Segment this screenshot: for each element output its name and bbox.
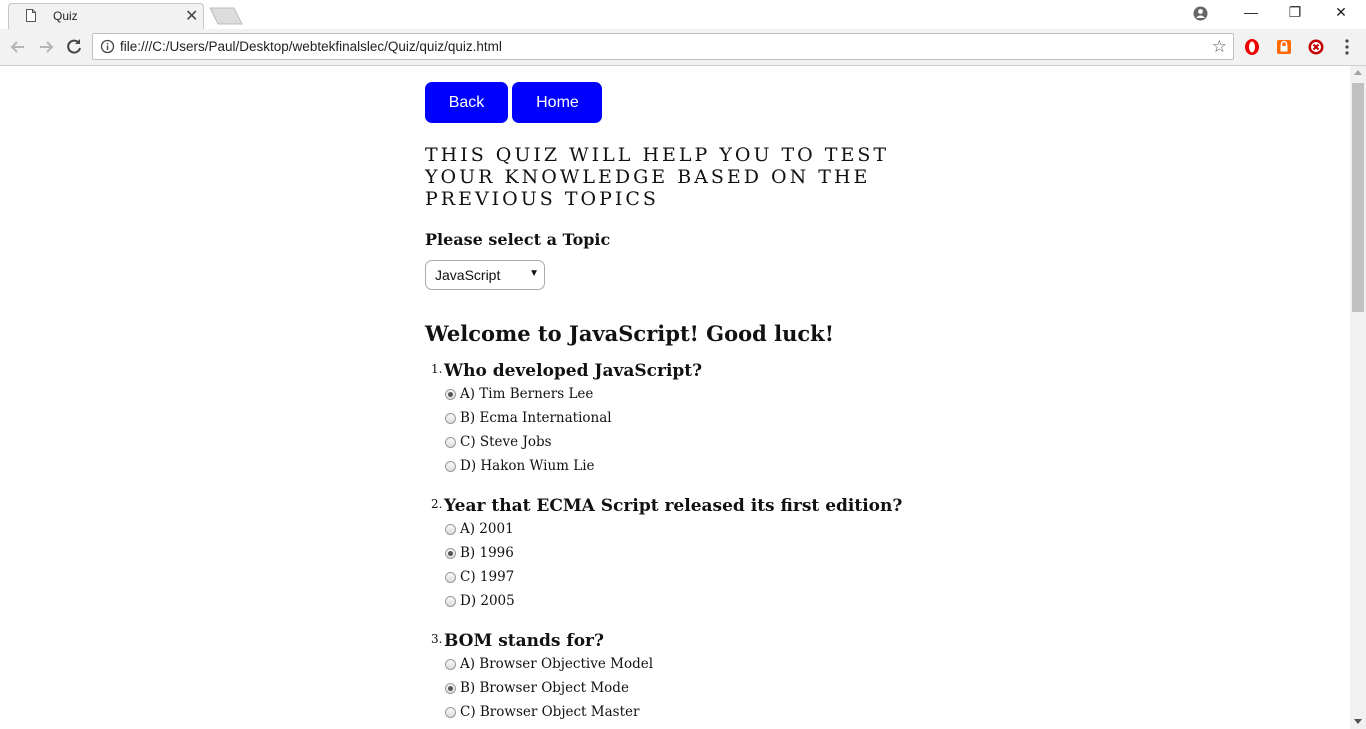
question-item: 1. Who developed JavaScript? A) Tim Berner… [425,360,945,478]
radio-button[interactable] [445,437,456,448]
browser-toolbar: file:///C:/Users/Paul/Desktop/webtekfina… [0,29,1366,66]
page-viewport: Back Home THIS QUIZ WILL HELP YOU TO TES… [0,66,1350,729]
tab-title: Quiz [53,9,78,23]
dropdown-arrow-icon: ▼ [529,268,539,279]
answer-option-label: C) Steve Jobs [460,434,552,450]
question-item: 3. BOM stands for? A) Browser Objective Mo… [425,630,945,724]
answer-option-label: C) 1997 [460,569,515,585]
answer-option[interactable]: D) 2005 [445,589,945,613]
answer-option-label: A) 2001 [460,521,514,537]
radio-button[interactable] [445,413,456,424]
menu-icon[interactable] [1344,37,1350,57]
tab-close-icon[interactable]: ✕ [185,6,198,26]
radio-button[interactable] [445,548,456,559]
nav-buttons: Back Home [425,82,945,123]
scrollbar-thumb[interactable] [1352,83,1364,312]
topic-select[interactable]: JavaScript ▼ [425,260,545,290]
info-icon[interactable] [100,39,115,54]
scroll-up-icon[interactable] [1354,70,1362,75]
answer-option-label: B) Browser Object Mode [460,680,629,696]
tab-strip: Quiz ✕ — ❐ ✕ [0,0,1366,29]
home-button[interactable]: Home [512,82,603,123]
close-window-button[interactable]: ✕ [1326,4,1356,24]
radio-button[interactable] [445,461,456,472]
answer-option[interactable]: C) 1997 [445,565,945,589]
answer-option[interactable]: C) Browser Object Master [445,700,945,724]
radio-button[interactable] [445,572,456,583]
answer-option[interactable]: B) 1996 [445,541,945,565]
opera-extension-icon[interactable] [1243,38,1261,56]
radio-button[interactable] [445,683,456,694]
url-text[interactable]: file:///C:/Users/Paul/Desktop/webtekfina… [120,39,502,54]
question-text: Who developed JavaScript? [444,361,703,381]
reload-icon[interactable] [64,37,84,57]
radio-button[interactable] [445,596,456,607]
answer-option[interactable]: D) Hakon Wium Lie [445,454,945,478]
question-number: 3. [431,632,443,646]
radio-button[interactable] [445,659,456,670]
answer-option[interactable]: A) Browser Objective Model [445,652,945,676]
browser-tab[interactable]: Quiz ✕ [8,3,204,29]
radio-button[interactable] [445,707,456,718]
intro-heading: THIS QUIZ WILL HELP YOU TO TEST YOUR KNO… [425,144,890,210]
answer-option-label: D) 2005 [460,593,515,609]
answer-option-label: D) Hakon Wium Lie [460,458,595,474]
lock-extension-icon[interactable] [1275,38,1293,56]
radio-button[interactable] [445,389,456,400]
answer-option[interactable]: B) Ecma International [445,406,945,430]
scroll-down-icon[interactable] [1354,719,1362,724]
answer-option-label: C) Browser Object Master [460,704,640,720]
radio-button[interactable] [445,524,456,535]
answer-option-label: A) Tim Berners Lee [460,386,594,402]
welcome-heading: Welcome to JavaScript! Good luck! [425,321,834,346]
back-button[interactable]: Back [425,82,508,123]
topic-label: Please select a Topic [425,230,611,249]
question-number: 1. [431,362,443,376]
new-tab-icon[interactable] [209,7,243,25]
address-bar[interactable]: file:///C:/Users/Paul/Desktop/webtekfina… [92,33,1234,60]
answer-option[interactable]: B) Browser Object Mode [445,676,945,700]
document-icon [26,9,36,22]
minimize-button[interactable]: — [1236,4,1266,24]
block-extension-icon[interactable] [1307,38,1325,56]
restore-button[interactable]: ❐ [1280,4,1310,24]
question-list: 1. Who developed JavaScript? A) Tim Berner… [425,360,945,724]
quiz-content: Back Home THIS QUIZ WILL HELP YOU TO TES… [425,82,945,729]
answer-option-label: A) Browser Objective Model [460,656,654,672]
vertical-scrollbar[interactable] [1350,66,1366,729]
question-item: 2. Year that ECMA Script released its fir… [425,495,945,613]
answer-option[interactable]: A) 2001 [445,517,945,541]
star-icon[interactable]: ☆ [1212,37,1227,57]
profile-icon[interactable] [1193,6,1208,21]
topic-select-value: JavaScript [435,267,501,283]
answer-option-label: B) Ecma International [460,410,612,426]
answer-option-label: B) 1996 [460,545,514,561]
question-number: 2. [431,497,443,511]
back-icon[interactable] [8,37,28,57]
answer-option[interactable]: C) Steve Jobs [445,430,945,454]
question-text: Year that ECMA Script released its first… [444,496,903,516]
forward-icon[interactable] [36,37,56,57]
question-text: BOM stands for? [444,631,604,651]
answer-option[interactable]: A) Tim Berners Lee [445,382,945,406]
